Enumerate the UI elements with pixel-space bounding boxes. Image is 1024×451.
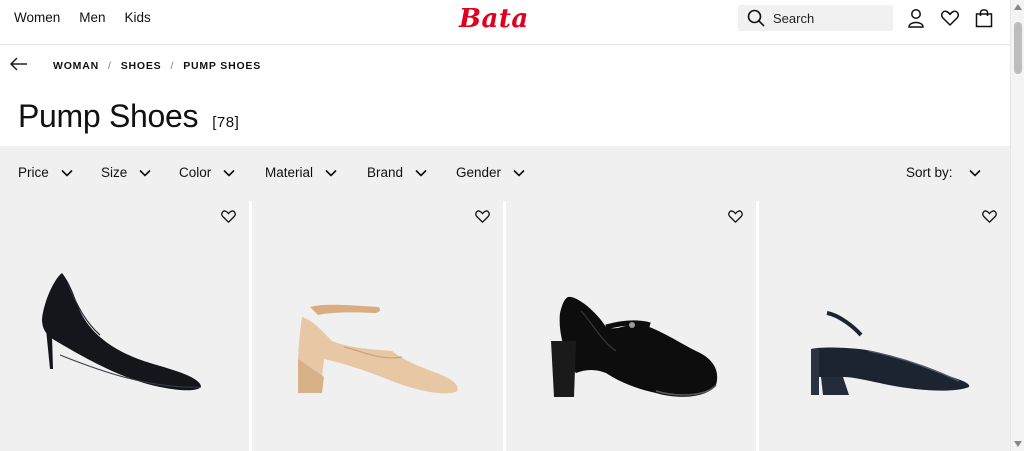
breadcrumb-woman[interactable]: WOMAN	[53, 60, 99, 72]
bag-icon[interactable]	[974, 8, 994, 28]
wishlist-heart-icon[interactable]	[982, 210, 997, 228]
back-arrow-icon[interactable]	[10, 57, 28, 76]
scroll-down-arrow-icon[interactable]	[1014, 441, 1022, 447]
nav-kids[interactable]: Kids	[125, 10, 151, 25]
breadcrumb-pump-shoes[interactable]: PUMP SHOES	[183, 60, 261, 72]
search-icon	[747, 9, 765, 27]
black-stiletto-pump-image	[42, 273, 202, 391]
filter-label: Color	[179, 165, 212, 180]
filter-bar: Price Size Color Material Brand Gender S…	[0, 146, 1010, 201]
filter-label: Brand	[367, 165, 404, 180]
breadcrumb: WOMAN / SHOES / PUMP SHOES	[0, 54, 1010, 78]
filter-label: Material	[265, 165, 314, 180]
sort-dropdown[interactable]: Sort by:	[906, 165, 981, 180]
chevron-down-icon	[139, 169, 151, 177]
chevron-down-icon	[325, 169, 337, 177]
product-card[interactable]	[252, 201, 503, 451]
product-card[interactable]	[505, 201, 757, 451]
filter-label: Price	[18, 165, 49, 180]
nav-men[interactable]: Men	[79, 10, 105, 25]
site-header: Women Men Kids Bata Search	[0, 0, 1010, 45]
filter-color[interactable]: Color	[179, 165, 235, 180]
breadcrumb-separator: /	[170, 60, 175, 72]
scrollbar-thumb[interactable]	[1014, 22, 1022, 74]
main-nav: Women Men Kids	[14, 10, 170, 25]
wishlist-icon[interactable]	[940, 8, 960, 28]
page-heading: Pump Shoes [78]	[18, 98, 239, 135]
sort-label: Sort by:	[906, 165, 953, 180]
filter-material[interactable]: Material	[265, 165, 337, 180]
black-patent-mary-jane-image	[550, 296, 717, 397]
breadcrumb-separator: /	[108, 60, 112, 72]
wishlist-heart-icon[interactable]	[221, 210, 236, 228]
breadcrumb-shoes[interactable]: SHOES	[121, 60, 162, 72]
chevron-down-icon	[223, 169, 235, 177]
search-box[interactable]: Search	[738, 5, 893, 31]
product-card[interactable]	[0, 201, 249, 451]
filter-size[interactable]: Size	[101, 165, 151, 180]
navy-patent-slingback-image	[811, 311, 970, 395]
product-card[interactable]	[759, 201, 1011, 451]
nav-women[interactable]: Women	[14, 10, 60, 25]
search-label: Search	[773, 10, 815, 26]
filter-label: Size	[101, 165, 128, 180]
filter-brand[interactable]: Brand	[367, 165, 427, 180]
nude-ankle-strap-block-heel-image	[298, 304, 458, 394]
chevron-down-icon	[968, 169, 981, 177]
vertical-scrollbar[interactable]	[1010, 0, 1024, 451]
chevron-down-icon	[513, 169, 525, 177]
filter-label: Gender	[456, 165, 502, 180]
filter-price[interactable]: Price	[18, 165, 73, 180]
wishlist-heart-icon[interactable]	[474, 210, 490, 228]
scroll-up-arrow-icon[interactable]	[1014, 4, 1022, 10]
chevron-down-icon	[61, 169, 73, 177]
wishlist-heart-icon[interactable]	[728, 210, 744, 228]
product-grid	[0, 201, 1011, 451]
account-icon[interactable]	[906, 8, 926, 28]
filter-gender[interactable]: Gender	[456, 165, 525, 180]
chevron-down-icon	[415, 169, 427, 177]
product-count: [78]	[212, 114, 240, 131]
bata-logo[interactable]: Bata	[459, 4, 529, 34]
page-title: Pump Shoes	[18, 98, 199, 134]
